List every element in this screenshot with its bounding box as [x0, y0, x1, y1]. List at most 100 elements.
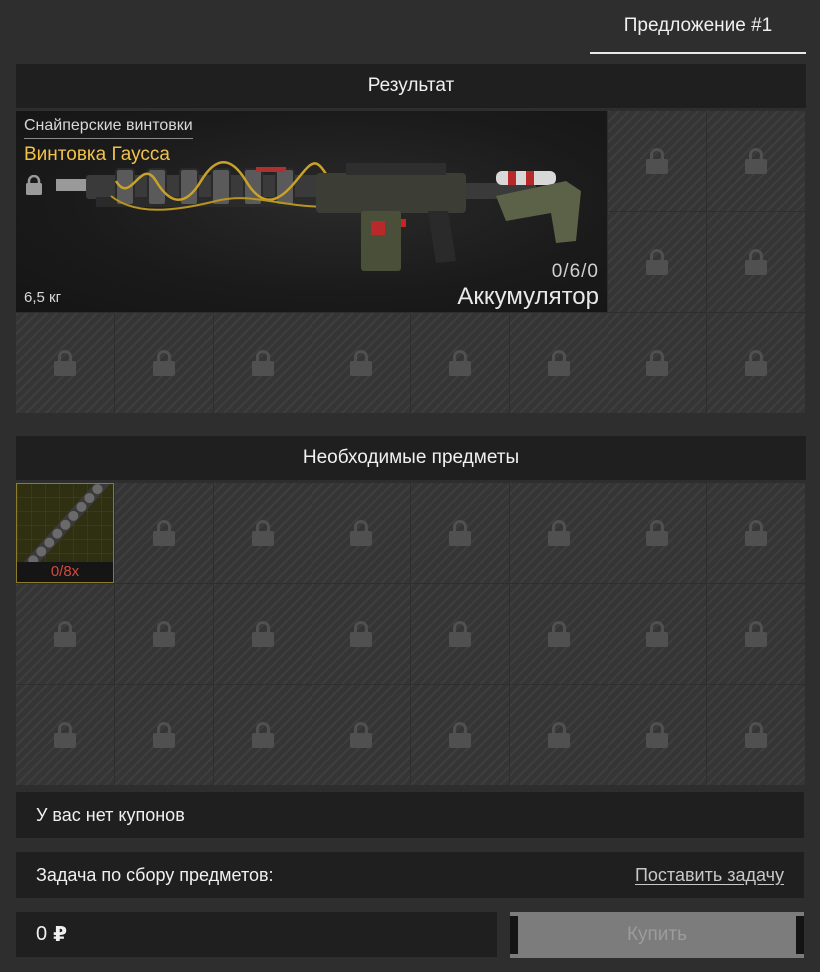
lock-icon [53, 621, 77, 647]
lock-icon [251, 722, 275, 748]
locked-slot [510, 313, 608, 413]
lock-icon [547, 350, 571, 376]
locked-slot [510, 584, 608, 684]
required-header-label: Необходимые предметы [302, 447, 520, 468]
result-header-label: Результат [367, 75, 455, 96]
lock-icon [744, 350, 768, 376]
locked-slot [115, 313, 213, 413]
lock-icon [448, 520, 472, 546]
result-grid: Снайперские винтовки Винтовка Гаусса 6,5… [16, 111, 806, 413]
locked-slot [312, 483, 410, 583]
task-label: Задача по сбору предметов: [36, 864, 274, 885]
locked-slot [16, 313, 114, 413]
locked-slot [707, 685, 805, 785]
required-item-qty: 0/8x [17, 562, 113, 582]
lock-icon [251, 350, 275, 376]
lock-icon [448, 350, 472, 376]
lock-icon [744, 722, 768, 748]
lock-icon [547, 520, 571, 546]
result-item-card[interactable]: Снайперские винтовки Винтовка Гаусса 6,5… [16, 111, 607, 312]
locked-slot [115, 685, 213, 785]
lock-icon [645, 722, 669, 748]
lock-icon [53, 722, 77, 748]
lock-icon [349, 722, 373, 748]
gauss-rifle-image [56, 161, 581, 271]
result-header: Результат [16, 64, 806, 108]
lock-icon [744, 148, 768, 174]
locked-slot [608, 313, 706, 413]
locked-slot [312, 685, 410, 785]
lock-icon [349, 520, 373, 546]
locked-slot [707, 313, 805, 413]
tab-offer-1[interactable]: Предложение #1 [590, 0, 806, 54]
currency-icon: ₽ [53, 924, 68, 946]
coupons-text: У вас нет купонов [36, 804, 185, 825]
locked-slot [115, 584, 213, 684]
task-bar: Задача по сбору предметов: Поставить зад… [16, 852, 804, 898]
item-weight: 6,5 кг [24, 289, 62, 306]
lock-icon [547, 621, 571, 647]
item-slot-name: Аккумулятор [457, 283, 599, 310]
lock-icon [448, 722, 472, 748]
coupons-bar: У вас нет купонов [16, 792, 804, 838]
locked-slot [214, 313, 312, 413]
lock-icon [26, 175, 42, 195]
locked-slot [608, 584, 706, 684]
locked-slot [16, 584, 114, 684]
locked-slot [115, 483, 213, 583]
lock-icon [547, 722, 571, 748]
locked-slot [608, 483, 706, 583]
price-display: 0 ₽ [16, 912, 497, 957]
lock-icon [251, 621, 275, 647]
lock-icon [744, 520, 768, 546]
locked-slot [214, 584, 312, 684]
locked-slot [411, 483, 509, 583]
lock-icon [645, 520, 669, 546]
lock-icon [53, 350, 77, 376]
locked-slot [608, 685, 706, 785]
locked-slot [16, 685, 114, 785]
locked-slot [312, 584, 410, 684]
buy-button[interactable]: Купить [510, 912, 804, 958]
lock-icon [349, 621, 373, 647]
required-grid: 0/8x [16, 483, 806, 785]
locked-slot [312, 313, 410, 413]
price-amount: 0 [36, 923, 48, 945]
locked-slot [608, 212, 706, 312]
required-item-slot[interactable]: 0/8x [16, 483, 114, 583]
lock-icon [152, 350, 176, 376]
lock-icon [448, 621, 472, 647]
locked-slot [411, 313, 509, 413]
button-corner-left [510, 916, 518, 954]
lock-icon [645, 621, 669, 647]
lock-icon [645, 350, 669, 376]
locked-slot [707, 111, 805, 211]
locked-slot [214, 483, 312, 583]
lock-icon [152, 621, 176, 647]
item-name: Винтовка Гаусса [24, 144, 170, 165]
locked-slot [608, 111, 706, 211]
lock-icon [645, 148, 669, 174]
lock-icon [152, 722, 176, 748]
item-counts: 0/6/0 [551, 261, 599, 282]
locked-slot [214, 685, 312, 785]
tab-offer-label: Предложение #1 [623, 15, 773, 36]
lock-icon [349, 350, 373, 376]
button-corner-right [796, 916, 804, 954]
lock-icon [645, 249, 669, 275]
ammo-belt-image [22, 484, 112, 564]
required-header: Необходимые предметы [16, 436, 806, 480]
lock-icon [744, 621, 768, 647]
locked-slot [411, 685, 509, 785]
lock-icon [251, 520, 275, 546]
locked-slot [707, 483, 805, 583]
set-task-link[interactable]: Поставить задачу [635, 865, 784, 886]
locked-slot [510, 483, 608, 583]
locked-slot [411, 584, 509, 684]
locked-slot [707, 584, 805, 684]
lock-icon [744, 249, 768, 275]
locked-slot [707, 212, 805, 312]
item-category: Снайперские винтовки [24, 117, 193, 139]
lock-icon [152, 520, 176, 546]
locked-slot [510, 685, 608, 785]
